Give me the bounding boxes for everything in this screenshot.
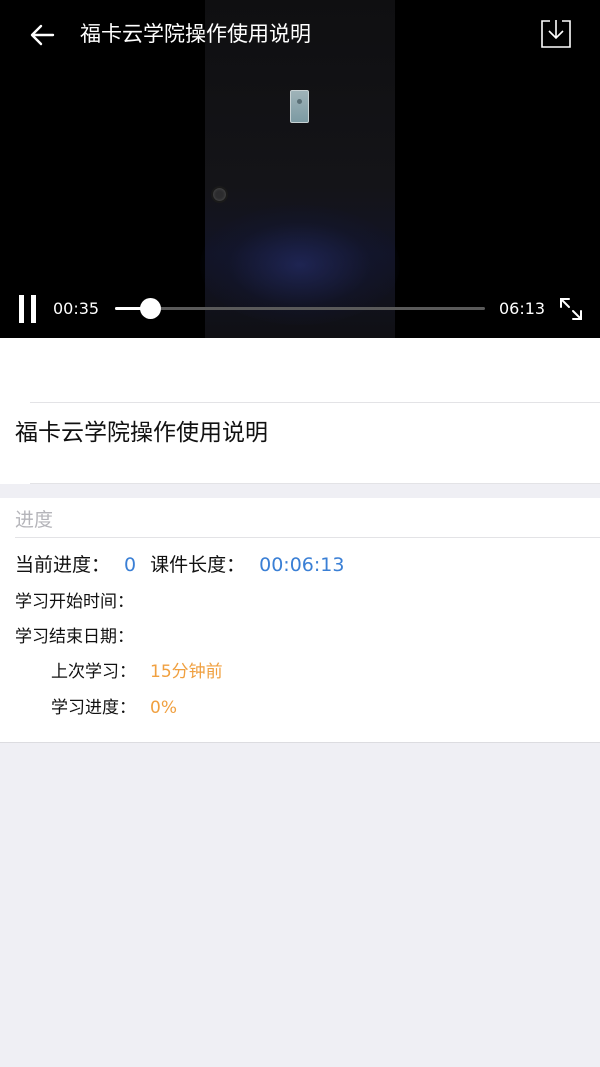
player-top-bar: 福卡云学院操作使用说明 [0,0,600,70]
seek-bar[interactable] [115,298,485,319]
seek-bar-thumb[interactable] [139,298,161,319]
study-progress-value: 0% [150,698,177,718]
pause-icon [19,295,24,323]
download-icon [541,20,571,48]
video-title: 福卡云学院操作使用说明 [80,22,311,46]
course-length-label: 课件长度： [150,554,246,576]
divider [30,402,600,403]
current-progress-row: 当前进度： 0 课件长度： 00:06:13 [15,553,344,577]
progress-section-label: 进度 [15,509,54,531]
divider [30,483,600,484]
video-content-device [290,90,309,123]
last-study-row: 上次学习： 15分钟前 [51,660,223,684]
pause-icon-bar [31,295,36,323]
progress-card: 进度 当前进度： 0 课件长度： 00:06:13 学习开始时间： 学习结束日期： 上… [0,498,600,743]
current-time: 00:35 [53,299,100,318]
study-progress-row: 学习进度： 0% [51,696,177,720]
start-time-row: 学习开始时间： [15,590,134,614]
course-title-card: 福卡云学院操作使用说明 [0,338,600,484]
pause-button[interactable] [19,295,41,323]
last-study-label: 上次学习： [51,662,136,682]
fullscreen-button[interactable] [558,296,584,322]
arrow-left-icon [30,24,55,46]
total-time: 06:13 [499,299,546,318]
fullscreen-icon [560,298,582,320]
current-progress-value: 0 [124,554,137,576]
course-title: 福卡云学院操作使用说明 [15,420,268,446]
video-player[interactable]: 福卡云学院操作使用说明 00:35 06:13 [0,0,600,338]
back-button[interactable] [26,18,60,52]
download-button[interactable] [540,17,572,49]
end-date-label: 学习结束日期： [15,627,134,647]
current-progress-label: 当前进度： [15,554,111,576]
player-controls: 00:35 06:13 [0,290,600,330]
start-time-label: 学习开始时间： [15,592,134,612]
divider [15,537,600,538]
last-study-value: 15分钟前 [150,662,223,682]
video-content-dot [211,186,228,203]
end-date-row: 学习结束日期： [15,625,134,649]
course-length-value: 00:06:13 [259,554,345,576]
study-progress-label: 学习进度： [51,698,136,718]
